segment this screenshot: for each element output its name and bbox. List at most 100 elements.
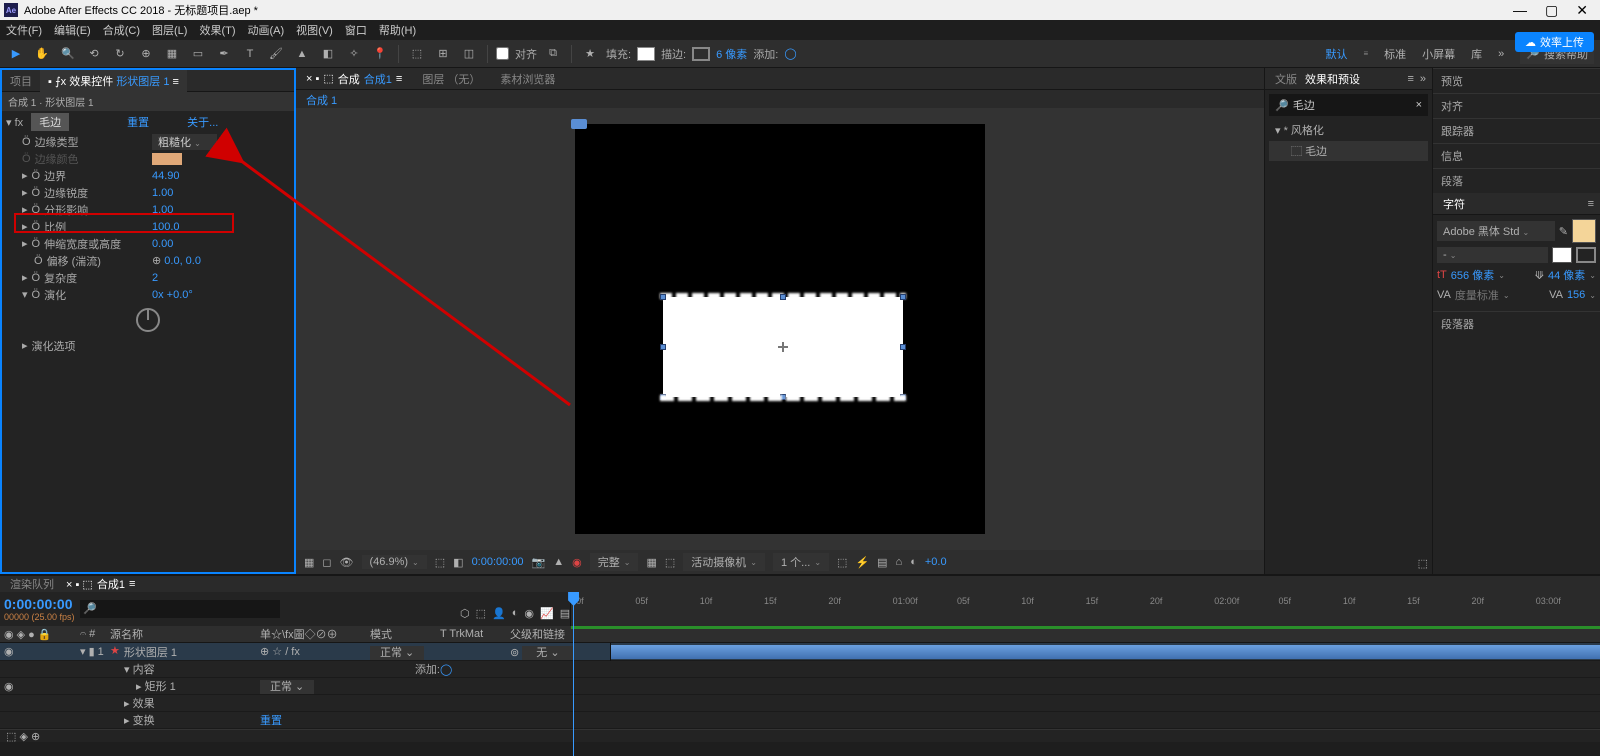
exposure-reset-icon[interactable]: ◐ — [910, 556, 917, 568]
hand-tool[interactable]: ✋ — [32, 44, 52, 64]
comp-flow-icon[interactable]: ⌂ — [896, 556, 903, 568]
stamp-tool[interactable]: ▲ — [292, 44, 312, 64]
pan-behind-tool[interactable]: ▦ — [162, 44, 182, 64]
handle-bl[interactable] — [660, 394, 666, 400]
character-section[interactable]: 字符 — [1439, 196, 1469, 212]
workspace-lib[interactable]: 库 — [1471, 46, 1482, 62]
media-browser-tab[interactable]: 素材浏览器 — [500, 71, 555, 87]
views-dropdown[interactable]: 1 个... ⌄ — [773, 553, 829, 571]
shape-layer-rect[interactable] — [663, 297, 903, 397]
stroke-color-swatch[interactable] — [692, 47, 710, 61]
zoom-dropdown[interactable]: (46.9%) ⌄ — [362, 555, 427, 569]
leading-value[interactable]: 44 像素 — [1548, 267, 1585, 283]
channel-icon[interactable]: ◉ — [572, 556, 582, 569]
tracker-section[interactable]: 跟踪器 — [1433, 118, 1600, 143]
rect-visibility-toggle[interactable]: ◉ — [0, 680, 80, 693]
contents-group[interactable]: ▾ 内容 — [110, 661, 260, 677]
edge-type-dropdown[interactable]: 粗糙化 ⌄ — [152, 134, 217, 150]
kerning-dropdown[interactable]: 度量标准 — [1455, 287, 1499, 303]
menu-layer[interactable]: 图层(L) — [152, 22, 187, 38]
layer-visibility-toggle[interactable]: ◉ — [0, 645, 80, 658]
menu-view[interactable]: 视图(V) — [296, 22, 333, 38]
preset-category[interactable]: ▾ * 风格化 — [1265, 120, 1432, 140]
workspace-default[interactable]: 默认 — [1326, 46, 1348, 62]
timeline-icon[interactable]: ▤ — [877, 556, 887, 569]
render-queue-tab[interactable]: 渲染队列 — [10, 576, 54, 592]
font-family-dropdown[interactable]: Adobe 黑体 Std ⌄ — [1437, 221, 1555, 241]
effects-search-input[interactable]: 🔎 毛边 × — [1269, 94, 1428, 116]
paragraph-section[interactable]: 段落器 — [1433, 311, 1600, 336]
anchor-point-icon[interactable] — [778, 342, 788, 352]
show-snapshot-icon[interactable]: ▲ — [553, 556, 564, 568]
effects-presets-tab[interactable]: 效果和预设 — [1301, 71, 1364, 87]
layer-tab[interactable]: 图层 （无） — [422, 71, 480, 87]
complexity-value[interactable]: 2 — [152, 272, 158, 284]
menu-edit[interactable]: 编辑(E) — [54, 22, 91, 38]
panel-resize-icon[interactable]: ⬚ — [1265, 553, 1432, 574]
fill-color-swatch[interactable] — [637, 47, 655, 61]
layer-name[interactable]: 形状图层 1 — [124, 644, 177, 660]
effect-about[interactable]: 关于... — [187, 114, 218, 130]
brain-icon[interactable]: ▤ — [560, 607, 570, 620]
mask-icon[interactable]: ◧ — [453, 556, 463, 569]
effect-toggle[interactable]: ▾ fx — [6, 116, 23, 129]
stopwatch-icon[interactable]: Ö — [32, 238, 41, 250]
clear-search-icon[interactable]: × — [1416, 99, 1422, 111]
time-ruler[interactable]: 00f05f10f15f20f01:00f05f10f15f20f02:00f0… — [570, 592, 1600, 626]
effects-group[interactable]: ▸ 效果 — [110, 695, 260, 711]
add-button[interactable]: ◯ — [784, 47, 796, 60]
comp-tab[interactable]: × ▪ ⬚ 合成 合成1 ≡ — [306, 71, 402, 87]
stopwatch-icon[interactable]: Ö — [34, 255, 43, 267]
timeline-comp-tab[interactable]: × ▪ ⬚ 合成1 ≡ — [66, 576, 135, 592]
transparency-icon[interactable]: ⬚ — [665, 556, 675, 569]
add-shape-button[interactable]: ◯ — [440, 663, 460, 676]
pen-tool[interactable]: ✒ — [214, 44, 234, 64]
libraries-tab[interactable]: 文版 — [1271, 71, 1301, 87]
menu-comp[interactable]: 合成(C) — [103, 22, 140, 38]
roi-icon[interactable]: ▦ — [646, 556, 656, 569]
comp-name-label[interactable]: 合成 1 — [306, 95, 337, 107]
snap-icon[interactable]: ⧉ — [543, 44, 563, 64]
playhead[interactable] — [573, 592, 574, 756]
stopwatch-icon[interactable]: Ö — [32, 289, 41, 301]
current-timecode[interactable]: 0:00:00:00 — [4, 596, 76, 612]
frame-blend-icon[interactable]: ◐ — [512, 607, 519, 619]
shy-icon[interactable]: 👤 — [492, 607, 506, 620]
pixel-ratio-icon[interactable]: ⬚ — [837, 556, 847, 569]
font-size-value[interactable]: 656 像素 — [1451, 267, 1494, 283]
alpha-icon[interactable]: ⬚ — [435, 556, 445, 569]
resolution-dropdown[interactable]: 完整 ⌄ — [590, 553, 639, 571]
world-axis-icon[interactable]: ⊞ — [433, 44, 453, 64]
composition-view[interactable] — [575, 124, 985, 534]
close-button[interactable]: ✕ — [1576, 2, 1588, 19]
fast-preview-icon[interactable]: ⚡ — [855, 556, 869, 569]
exposure-value[interactable]: +0.0 — [925, 556, 947, 568]
handle-mr[interactable] — [900, 344, 906, 350]
col-trkmat[interactable]: T TrkMat — [440, 628, 510, 640]
info-section[interactable]: 信息 — [1433, 143, 1600, 168]
stopwatch-icon[interactable]: Ö — [32, 187, 41, 199]
layer-duration-bar[interactable] — [611, 645, 1600, 659]
resolution-icon[interactable]: ◻ — [322, 556, 331, 569]
stopwatch-icon[interactable]: Ö — [32, 221, 41, 233]
stretch-value[interactable]: 0.00 — [152, 238, 173, 250]
rect-group[interactable]: ▸ 矩形 1 — [110, 678, 260, 694]
puppet-tool[interactable]: 📍 — [370, 44, 390, 64]
rect-mode-dropdown[interactable]: 正常 ⌄ — [260, 680, 314, 694]
selection-tool[interactable]: ▶ — [6, 44, 26, 64]
handle-ml[interactable] — [660, 344, 666, 350]
blend-mode-dropdown[interactable]: 正常 ⌄ — [370, 646, 424, 660]
text-tool[interactable]: T — [240, 44, 260, 64]
snapping-checkbox[interactable] — [496, 47, 509, 60]
scale-value[interactable]: 100.0 — [152, 221, 180, 233]
evolution-dial[interactable] — [136, 308, 160, 332]
menu-effect[interactable]: 效果(T) — [199, 22, 235, 38]
stopwatch-icon[interactable]: Ö — [32, 204, 41, 216]
handle-tl[interactable] — [660, 294, 666, 300]
handle-bc[interactable] — [780, 394, 786, 400]
effect-name[interactable]: 毛边 — [31, 113, 69, 131]
preview-section[interactable]: 预览 — [1433, 68, 1600, 93]
font-style-dropdown[interactable]: - ⌄ — [1437, 247, 1548, 263]
menu-file[interactable]: 文件(F) — [6, 22, 42, 38]
stopwatch-icon[interactable]: Ö — [32, 272, 41, 284]
